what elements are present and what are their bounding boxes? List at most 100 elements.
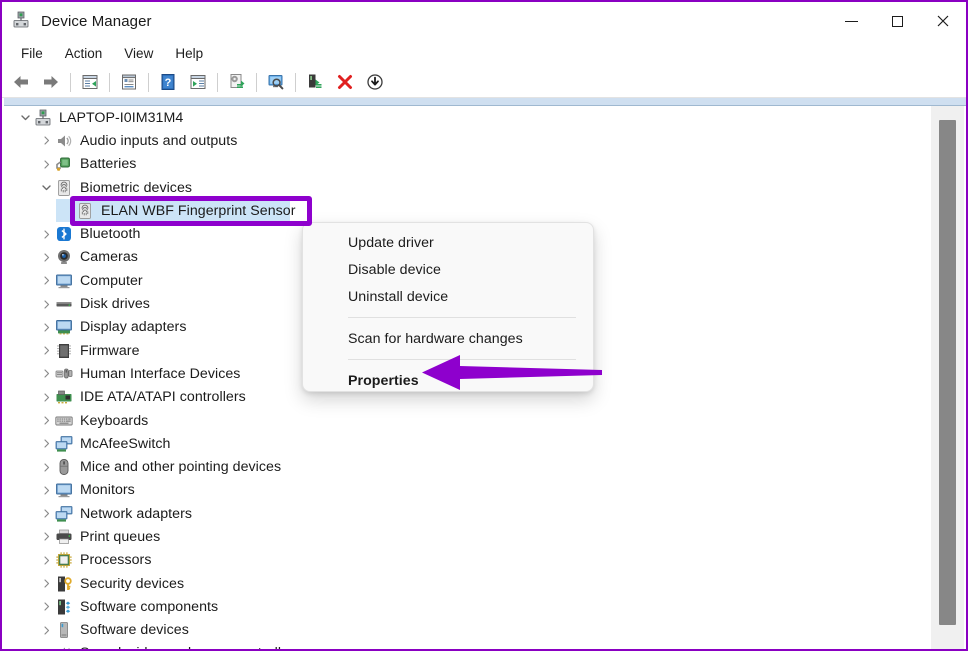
fingerprint-icon xyxy=(55,179,73,197)
menu-view[interactable]: View xyxy=(113,43,164,64)
chevron-right-icon[interactable] xyxy=(37,625,55,636)
scan-monitor-icon xyxy=(268,75,284,90)
menu-bar: File Action View Help xyxy=(2,40,966,67)
vertical-scrollbar[interactable] xyxy=(931,106,964,649)
window-title: Device Manager xyxy=(41,12,152,30)
chevron-right-icon[interactable] xyxy=(37,462,55,473)
chevron-right-icon[interactable] xyxy=(37,299,55,310)
minimize-icon xyxy=(844,20,858,22)
scrollbar-thumb[interactable] xyxy=(939,120,956,625)
show-hide-action-pane-button[interactable] xyxy=(183,69,213,96)
ctx-disable-device[interactable]: Disable device xyxy=(303,256,593,283)
chevron-right-icon[interactable] xyxy=(37,322,55,333)
ctx-properties[interactable]: Properties xyxy=(303,367,593,394)
ctx-uninstall-device[interactable]: Uninstall device xyxy=(303,283,593,310)
chevron-right-icon[interactable] xyxy=(37,135,55,146)
tree-row-print-queues[interactable]: Print queues xyxy=(4,525,935,548)
tree-row-audio-inputs-and-outputs[interactable]: Audio inputs and outputs xyxy=(4,129,935,152)
tree-row-elan-wbf-fingerprint-sensor[interactable]: ELAN WBF Fingerprint Sensor xyxy=(4,199,935,223)
properties-button[interactable] xyxy=(114,69,144,96)
menu-action[interactable]: Action xyxy=(54,43,114,64)
tree-row-software-components[interactable]: Software components xyxy=(4,595,935,618)
chevron-right-icon[interactable] xyxy=(37,275,55,286)
tree-row-mcafeeswitch[interactable]: McAfeeSwitch xyxy=(4,432,935,455)
chevron-right-icon[interactable] xyxy=(37,392,55,403)
update-driver-button[interactable] xyxy=(222,69,252,96)
tree-row-security-devices[interactable]: Security devices xyxy=(4,572,935,595)
tree-row-network-adapters[interactable]: Network adapters xyxy=(4,502,935,525)
chevron-right-icon[interactable] xyxy=(37,252,55,263)
ctx-update-driver[interactable]: Update driver xyxy=(303,229,593,256)
close-button[interactable] xyxy=(920,2,966,40)
chevron-right-icon[interactable] xyxy=(37,601,55,612)
chevron-right-icon[interactable] xyxy=(37,508,55,519)
chevron-right-icon[interactable] xyxy=(37,368,55,379)
chevron-right-icon[interactable] xyxy=(37,415,55,426)
tree-row-mice-and-other-pointing-devices[interactable]: Mice and other pointing devices xyxy=(4,455,935,478)
enable-device-icon xyxy=(309,74,322,88)
tree-row-processors[interactable]: Processors xyxy=(4,549,935,572)
software-component-icon xyxy=(55,598,73,616)
back-arrow-icon xyxy=(14,76,28,88)
toolbar-separator xyxy=(217,72,218,92)
maximize-button[interactable] xyxy=(874,2,920,40)
window-controls xyxy=(828,2,966,40)
computer-icon xyxy=(34,109,52,127)
tree-label: Audio inputs and outputs xyxy=(80,132,238,149)
tree-label: Biometric devices xyxy=(80,179,193,196)
tree-row-biometric-devices[interactable]: Biometric devices xyxy=(4,176,935,199)
context-menu: Update driver Disable device Uninstall d… xyxy=(302,222,594,392)
software-device-icon xyxy=(55,621,73,639)
tree-row-batteries[interactable]: Batteries xyxy=(4,153,935,176)
disk-drive-icon xyxy=(55,295,73,313)
tree-label: Print queues xyxy=(80,528,161,545)
battery-icon xyxy=(55,155,73,173)
toolbar-separator xyxy=(70,72,71,92)
chevron-right-icon[interactable] xyxy=(37,229,55,240)
monitor-icon xyxy=(55,481,73,499)
chevron-down-icon[interactable] xyxy=(37,182,55,193)
tree-label: Software components xyxy=(80,598,219,615)
red-x-icon xyxy=(338,75,352,89)
mouse-icon xyxy=(55,458,73,476)
update-driver-icon xyxy=(230,74,245,88)
chevron-right-icon[interactable] xyxy=(37,578,55,589)
tree-row-root[interactable]: LAPTOP-I0IM31M4 xyxy=(4,106,935,129)
minimize-button[interactable] xyxy=(828,2,874,40)
tree-row-software-devices[interactable]: Software devices xyxy=(4,619,935,642)
chevron-right-icon[interactable] xyxy=(37,531,55,542)
network-adapter-icon xyxy=(55,505,73,523)
title-bar: Device Manager xyxy=(2,2,966,40)
show-hide-console-tree-button[interactable] xyxy=(75,69,105,96)
back-button[interactable] xyxy=(6,69,36,96)
camera-icon xyxy=(55,248,73,266)
maximize-icon xyxy=(891,15,903,27)
tree-label: IDE ATA/ATAPI controllers xyxy=(80,389,246,406)
tree-label: Computer xyxy=(80,272,143,289)
tree-row-keyboards[interactable]: Keyboards xyxy=(4,409,935,432)
tree-row-monitors[interactable]: Monitors xyxy=(4,479,935,502)
forward-button[interactable] xyxy=(36,69,66,96)
menu-file[interactable]: File xyxy=(10,43,54,64)
forward-arrow-icon xyxy=(44,76,58,88)
uninstall-device-button[interactable] xyxy=(330,69,360,96)
keyboard-icon xyxy=(55,412,73,430)
menu-help[interactable]: Help xyxy=(164,43,214,64)
chevron-right-icon[interactable] xyxy=(37,345,55,356)
chevron-right-icon[interactable] xyxy=(37,555,55,566)
tree-label: Cameras xyxy=(80,249,138,266)
svg-text:?: ? xyxy=(165,77,172,89)
scan-hardware-changes-button[interactable] xyxy=(261,69,291,96)
help-button[interactable]: ? xyxy=(153,69,183,96)
chevron-down-icon[interactable] xyxy=(16,112,34,123)
disable-device-button[interactable] xyxy=(360,69,390,96)
ide-controller-icon xyxy=(55,388,73,406)
tree-label: Human Interface Devices xyxy=(80,365,241,382)
chevron-right-icon[interactable] xyxy=(37,438,55,449)
chevron-right-icon[interactable] xyxy=(37,159,55,170)
enable-device-button[interactable] xyxy=(300,69,330,96)
ctx-scan-hardware-changes[interactable]: Scan for hardware changes xyxy=(303,325,593,352)
chevron-right-icon[interactable] xyxy=(37,485,55,496)
help-question-icon: ? xyxy=(161,74,175,90)
tree-row-sound-video-and-game-controllers[interactable]: Sound, video and game controllers xyxy=(4,642,935,649)
